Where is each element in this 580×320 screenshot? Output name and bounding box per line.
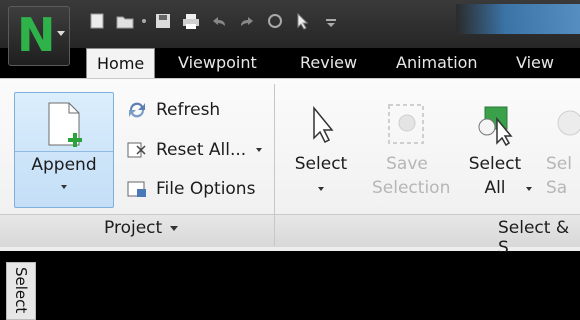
chevron-down-icon [57,31,65,36]
ribbon-tabs: Home Viewpoint Review Animation View [0,44,580,80]
select-all-label-line1: Select [468,154,522,174]
ribbon-group-label-bar [0,214,580,247]
separator-dot [142,19,146,23]
redo-icon[interactable] [236,10,258,32]
append-label: Append [31,155,97,175]
print-icon[interactable] [180,10,202,32]
append-document-icon [48,102,82,147]
refresh-button[interactable]: Refresh [124,97,220,123]
side-panel-tab-label: Select [12,267,30,314]
select-button[interactable]: Select [286,96,356,195]
chevron-down-icon [256,148,263,152]
viewport-canvas[interactable] [40,252,580,317]
chevron-down-icon [61,185,67,189]
customize-toolbar-icon[interactable] [320,10,342,32]
tab-viewpoint[interactable]: Viewpoint [178,48,257,78]
select-all-label-line2: All [484,178,506,198]
partial-command-icon [546,96,580,152]
refresh-label: Refresh [156,100,221,120]
save-selection-label-line2: Selection [372,178,451,198]
select-cursor-icon[interactable] [292,10,314,32]
chevron-down-icon [318,187,324,191]
select-label: Select [294,154,348,174]
save-selection-button[interactable]: Save Selection [372,96,451,200]
tab-home[interactable]: Home [86,48,156,80]
refresh-icon [124,99,150,121]
reset-all-label: Reset All... [156,140,247,160]
chevron-down-icon [526,176,532,195]
partial-command-label-line1: Sel [546,154,572,174]
file-options-button[interactable]: File Options [124,176,255,202]
side-panel-tab-select[interactable]: Select [6,262,36,320]
title-highlight [456,4,580,34]
quick-access-toolbar [86,8,342,34]
group-divider [274,84,275,246]
reset-all-icon [124,139,150,161]
save-icon[interactable] [152,10,174,32]
tab-animation[interactable]: Animation [396,48,478,78]
file-options-label: File Options [156,179,256,199]
save-selection-icon [372,96,442,152]
append-button[interactable]: Append [14,92,114,208]
project-group-label[interactable]: Project [104,218,179,238]
select-all-button[interactable]: Select All [460,96,530,200]
undo-icon[interactable] [208,10,230,32]
file-options-icon [124,178,150,200]
select-all-icon [460,96,530,152]
split-separator [15,151,113,152]
tab-review[interactable]: Review [300,48,357,78]
refresh-sync-icon[interactable] [264,10,286,32]
tab-view[interactable]: View [516,48,554,78]
save-selection-label-line1: Save [386,154,428,174]
partial-command-button[interactable]: Sel Sa [546,96,580,200]
chevron-down-icon [170,225,179,231]
new-file-icon[interactable] [86,10,108,32]
partial-command-label-line2: Sa [546,178,568,198]
open-folder-icon[interactable] [114,10,136,32]
reset-all-button[interactable]: Reset All... [124,137,263,163]
select-cursor-icon [286,96,356,152]
